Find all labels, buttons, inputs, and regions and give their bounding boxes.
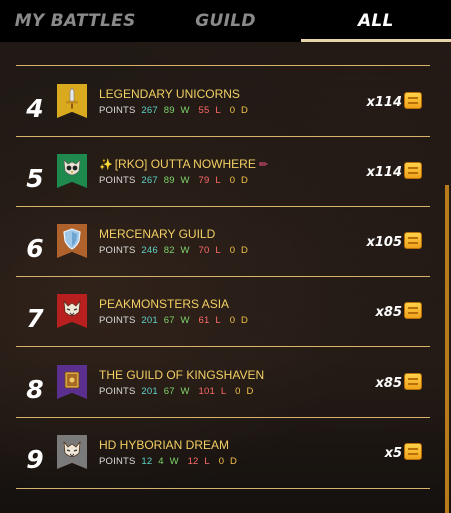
guild-banner bbox=[57, 224, 87, 258]
losses-value: 70 L bbox=[198, 245, 221, 256]
guild-name-text: LEGENDARY UNICORNS bbox=[99, 87, 240, 101]
points-label: POINTS bbox=[99, 105, 136, 116]
rank-number: 4 bbox=[26, 94, 44, 123]
losses-value: 12 L bbox=[187, 456, 210, 467]
points-label: POINTS bbox=[99, 315, 136, 326]
book-icon bbox=[62, 365, 82, 397]
leaderboard-row[interactable]: 7 PEAKMONSTERS ASIA POINTS 201 67 W 61 L… bbox=[0, 294, 440, 350]
reward-multiplier: x114 bbox=[366, 95, 402, 110]
wins-value: 89 W bbox=[163, 175, 190, 186]
guild-banner bbox=[57, 365, 87, 399]
guild-banner bbox=[57, 435, 87, 469]
leaderboard-row[interactable]: 4 LEGENDARY UNICORNS POINTS 267 89 W 55 … bbox=[0, 84, 440, 140]
guild-banner bbox=[57, 84, 87, 118]
guild-stats: POINTS 246 82 W 70 L 0 D bbox=[99, 245, 254, 256]
guild-name[interactable]: HD HYBORIAN DREAM bbox=[99, 438, 229, 452]
reward-multiplier: x105 bbox=[366, 235, 402, 250]
guild-name-text: HD HYBORIAN DREAM bbox=[99, 438, 230, 452]
row-separator bbox=[16, 65, 430, 66]
owl-icon bbox=[61, 154, 83, 186]
guild-stats: POINTS 201 67 W 61 L 0 D bbox=[99, 315, 254, 326]
reward-chest-icon bbox=[404, 232, 422, 249]
guild-name[interactable]: LEGENDARY UNICORNS bbox=[99, 87, 240, 101]
points-value: 12 bbox=[141, 456, 153, 467]
points-label: POINTS bbox=[99, 456, 136, 467]
tab-my-battles[interactable]: MY BATTLES bbox=[0, 0, 150, 42]
rank-number: 6 bbox=[26, 234, 44, 263]
guild-name-text: MERCENARY GUILD bbox=[99, 227, 216, 241]
points-label: POINTS bbox=[99, 245, 136, 256]
rank-number: 5 bbox=[26, 164, 44, 193]
wolf-icon bbox=[61, 435, 83, 467]
guild-name[interactable]: ✨ [RKO] OUTTA NOWHERE ✏ bbox=[99, 157, 268, 171]
wins-value: 67 W bbox=[163, 386, 190, 397]
reward-multiplier: x85 bbox=[375, 376, 402, 391]
guild-name-text: [RKO] OUTTA NOWHERE bbox=[114, 157, 256, 171]
reward-multiplier: x85 bbox=[375, 305, 402, 320]
reward-chest-icon bbox=[404, 162, 422, 179]
draws-value: 0 D bbox=[229, 105, 249, 116]
reward-chest-icon bbox=[404, 302, 422, 319]
wins-value: 4 W bbox=[158, 456, 179, 467]
shield-icon bbox=[62, 224, 82, 256]
reward-multiplier: x5 bbox=[384, 446, 402, 461]
guild-name[interactable]: MERCENARY GUILD bbox=[99, 227, 215, 241]
guild-name[interactable]: PEAKMONSTERS ASIA bbox=[99, 297, 229, 311]
sparkle-icon: ✨ bbox=[99, 159, 113, 171]
tab-bar: MY BATTLES GUILD ALL bbox=[0, 0, 451, 42]
points-label: POINTS bbox=[99, 175, 136, 186]
points-label: POINTS bbox=[99, 386, 136, 397]
points-value: 246 bbox=[141, 245, 158, 256]
reward-chest-icon bbox=[404, 92, 422, 109]
guild-stats: POINTS 267 89 W 55 L 0 D bbox=[99, 105, 254, 116]
guild-banner bbox=[57, 294, 87, 328]
rank-number: 7 bbox=[26, 304, 44, 333]
guild-name[interactable]: THE GUILD OF KINGSHAVEN bbox=[99, 368, 264, 382]
leaderboard-row[interactable]: 6 MERCENARY GUILD POINTS 246 82 W 70 L 0… bbox=[0, 224, 440, 280]
pencil-icon: ✏ bbox=[258, 159, 269, 171]
draws-value: 0 D bbox=[229, 245, 249, 256]
guild-stats: POINTS 201 67 W 101 L 0 D bbox=[99, 386, 260, 397]
wins-value: 67 W bbox=[163, 315, 190, 326]
draws-value: 0 D bbox=[235, 386, 254, 397]
points-value: 201 bbox=[141, 315, 158, 326]
guild-stats: POINTS 267 89 W 79 L 0 D bbox=[99, 175, 254, 186]
points-value: 267 bbox=[141, 105, 158, 116]
wins-value: 89 W bbox=[163, 105, 190, 116]
guild-banner bbox=[57, 154, 87, 188]
scrollbar[interactable] bbox=[445, 185, 449, 513]
losses-value: 61 L bbox=[198, 315, 221, 326]
guild-name-text: THE GUILD OF KINGSHAVEN bbox=[99, 368, 265, 382]
rank-number: 9 bbox=[26, 445, 44, 474]
sword-icon bbox=[63, 84, 81, 116]
losses-value: 79 L bbox=[198, 175, 221, 186]
points-value: 267 bbox=[141, 175, 158, 186]
draws-value: 0 D bbox=[229, 175, 249, 186]
wolf-icon bbox=[61, 294, 83, 326]
reward-multiplier: x114 bbox=[366, 165, 402, 180]
wins-value: 82 W bbox=[163, 245, 190, 256]
draws-value: 0 D bbox=[229, 315, 249, 326]
draws-value: 0 D bbox=[218, 456, 238, 467]
reward-chest-icon bbox=[404, 373, 422, 390]
guild-stats: POINTS 12 4 W 12 L 0 D bbox=[99, 456, 243, 467]
losses-value: 55 L bbox=[198, 105, 221, 116]
leaderboard-row[interactable]: 5 ✨ [RKO] OUTTA NOWHERE ✏ POINTS 267 89 W … bbox=[0, 154, 440, 210]
leaderboard-row[interactable]: 9 HD HYBORIAN DREAM POINTS 12 4 W 12 L 0… bbox=[0, 435, 440, 491]
reward-chest-icon bbox=[404, 443, 422, 460]
rank-number: 8 bbox=[26, 375, 44, 404]
tab-all[interactable]: ALL bbox=[300, 0, 451, 42]
leaderboard-row[interactable]: 8 THE GUILD OF KINGSHAVEN POINTS 201 67 … bbox=[0, 365, 440, 421]
guild-name-text: PEAKMONSTERS ASIA bbox=[99, 297, 230, 311]
tab-guild[interactable]: GUILD bbox=[150, 0, 300, 42]
losses-value: 101 L bbox=[198, 386, 227, 397]
points-value: 201 bbox=[141, 386, 158, 397]
